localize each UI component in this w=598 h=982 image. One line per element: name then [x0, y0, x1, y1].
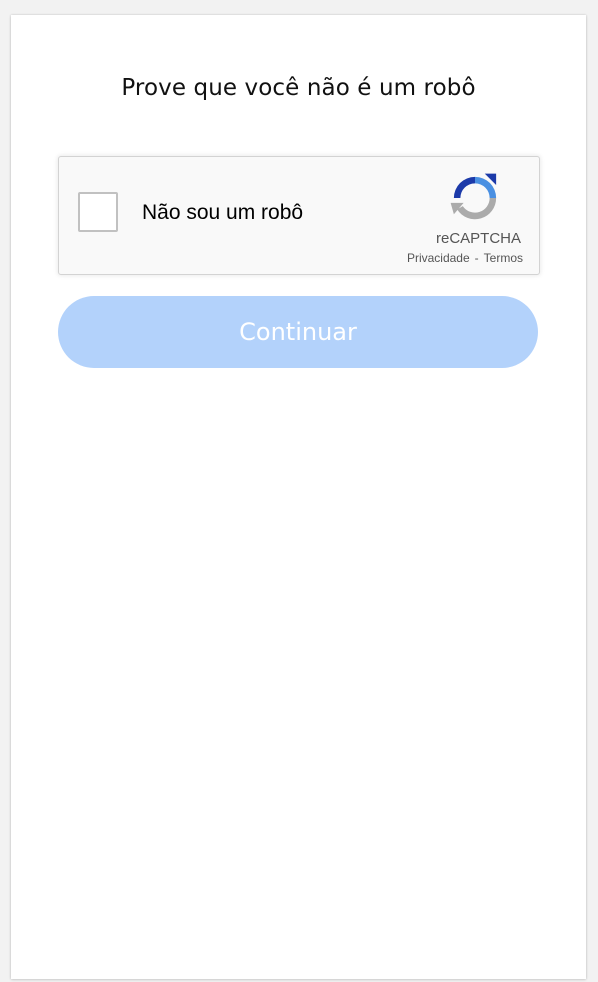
recaptcha-logo-icon — [450, 173, 497, 220]
recaptcha-label: Não sou um robô — [142, 201, 304, 224]
recaptcha-widget: Não sou um robô reCAPTCHA Privacidade - Te… — [58, 156, 540, 275]
recaptcha-brand: reCAPTCHA — [435, 230, 521, 247]
continue-button[interactable]: Continuar — [58, 296, 538, 368]
recaptcha-links: Privacidade - Termos — [407, 251, 523, 265]
recaptcha-checkbox[interactable] — [78, 192, 118, 232]
privacy-link[interactable]: Privacidade — [407, 251, 470, 265]
links-separator: - — [474, 251, 479, 265]
captcha-page: Prove que você não é um robô Não sou um … — [11, 15, 586, 979]
terms-link[interactable]: Termos — [484, 251, 523, 265]
page-title: Prove que você não é um robô — [121, 75, 476, 101]
